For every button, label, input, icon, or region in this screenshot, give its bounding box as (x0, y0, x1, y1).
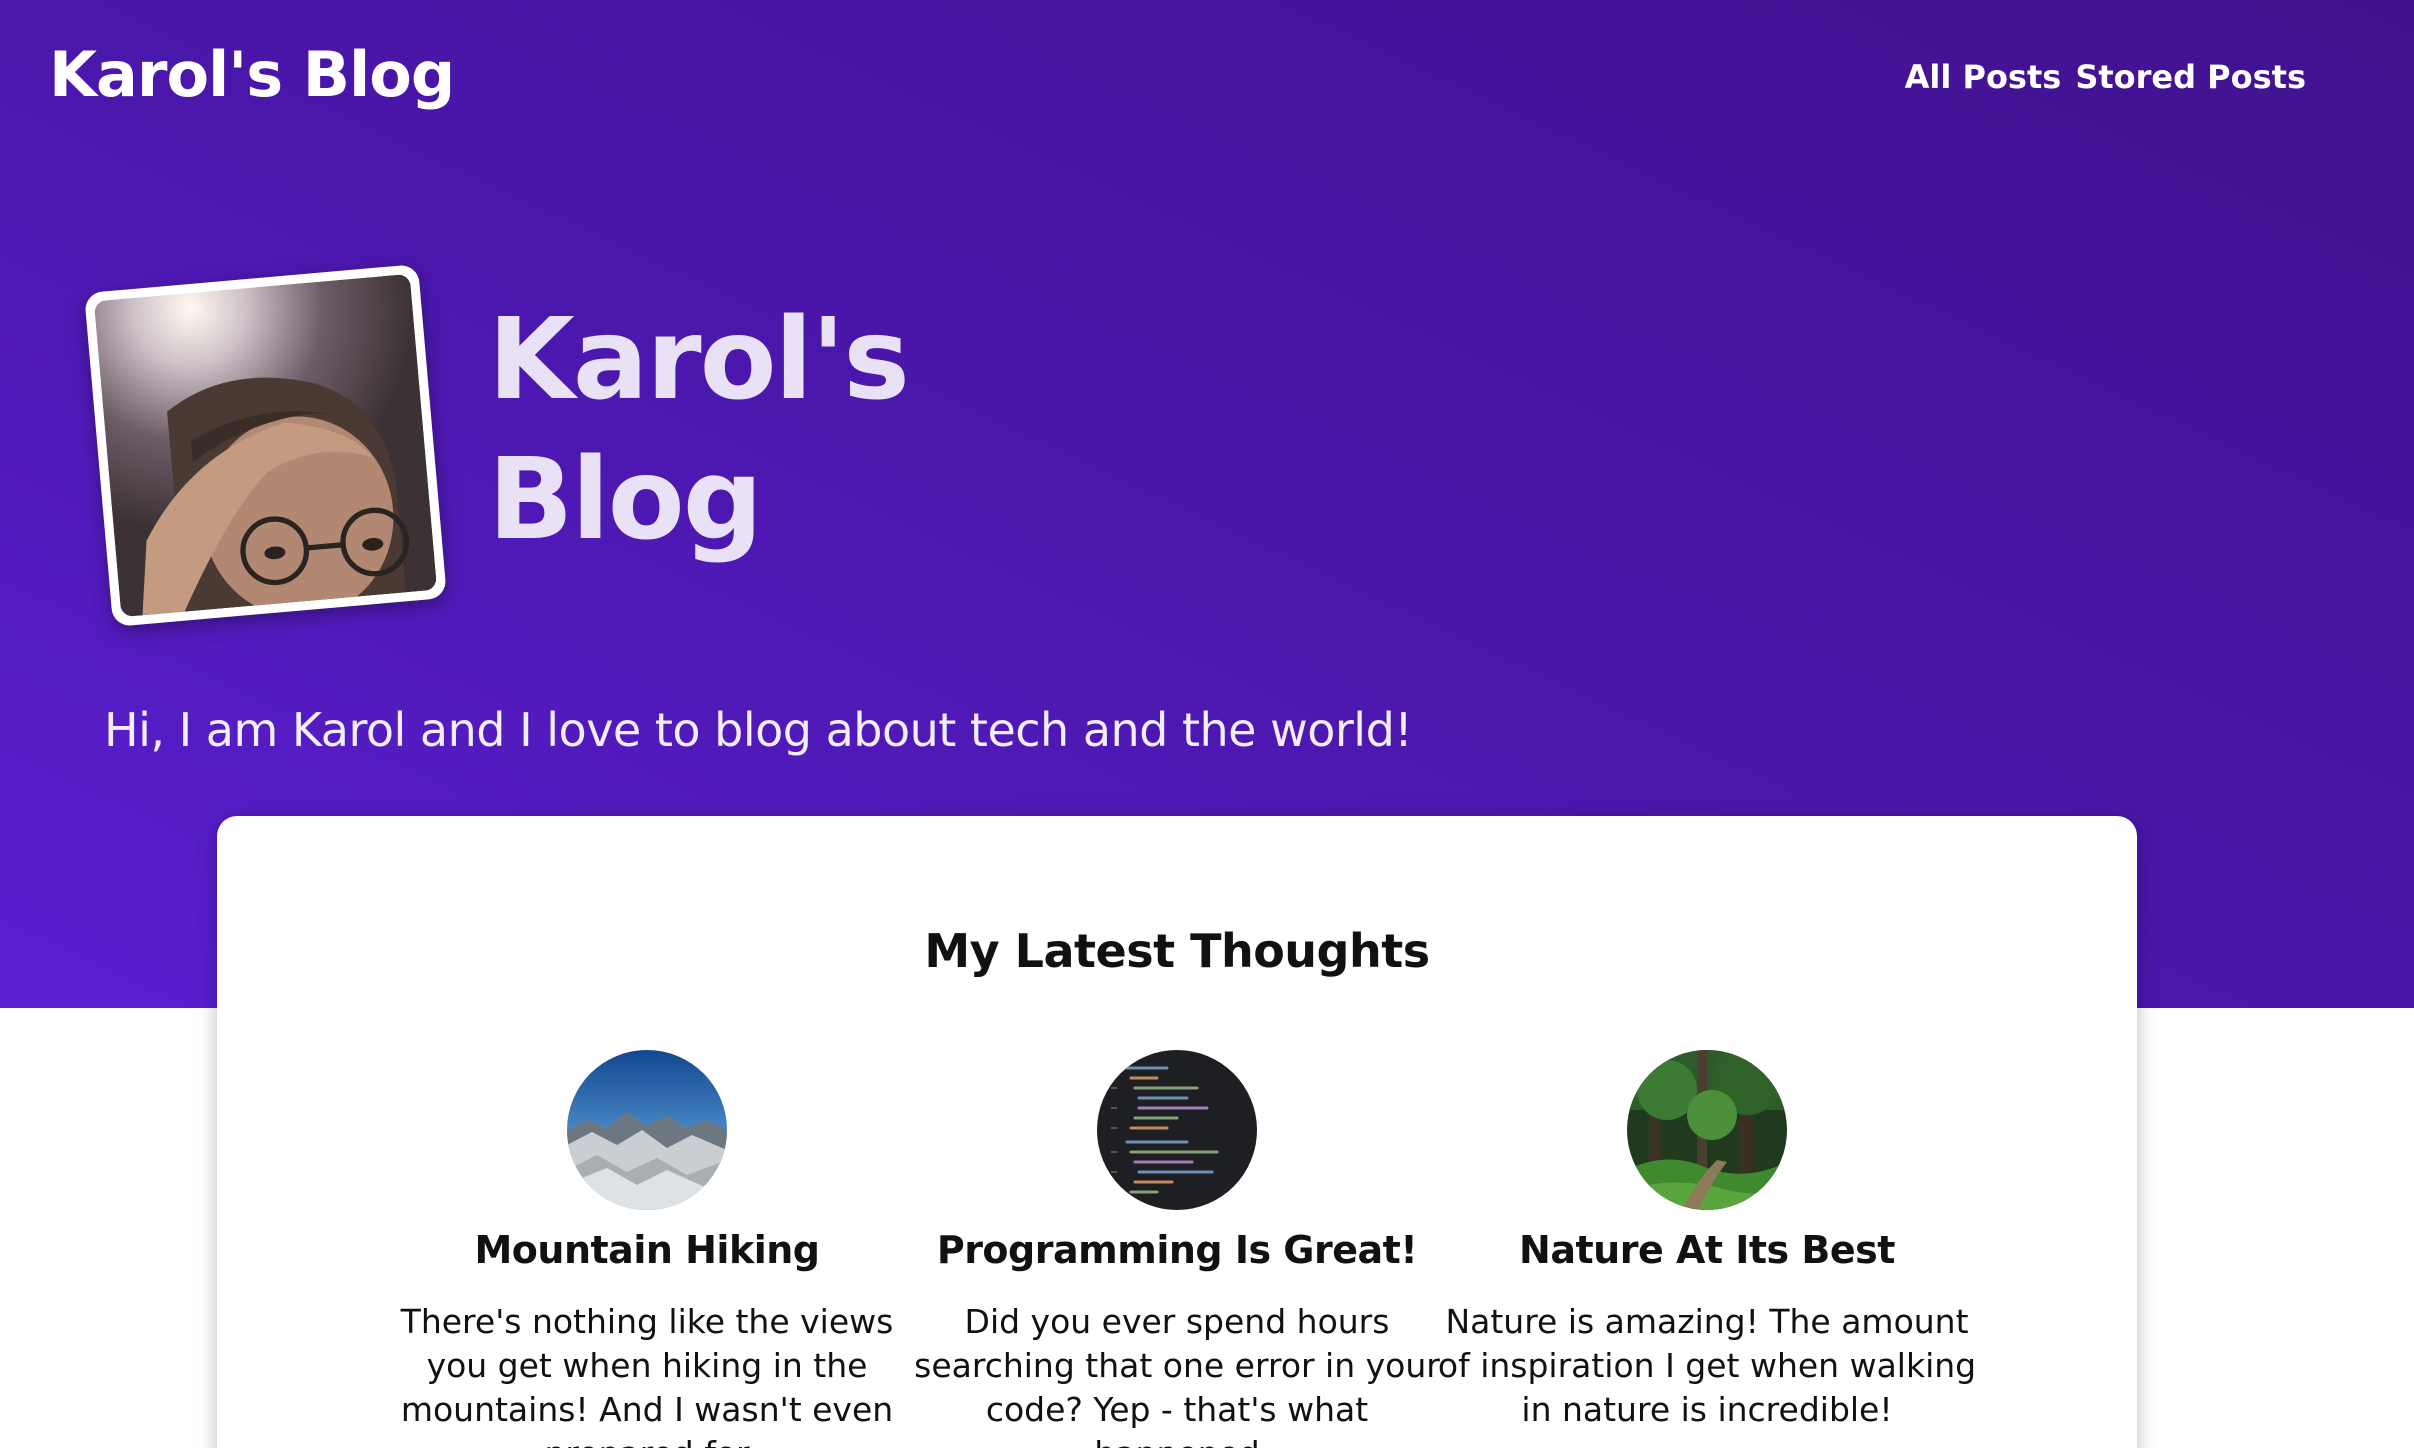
post-excerpt: There's nothing like the views you get w… (400, 1302, 894, 1448)
post-card-nature[interactable]: Nature At Its Best Nature is amazing! Th… (1427, 1050, 1987, 1432)
main-nav: All Posts Stored Posts (1905, 58, 2306, 96)
post-card-mountain-hiking[interactable]: Mountain Hiking There's nothing like the… (367, 1050, 927, 1448)
latest-posts-card: My Latest Thoughts Mountain Hiking There… (217, 816, 2137, 1448)
post-excerpt: Nature is amazing! The amount of inspira… (1437, 1302, 1977, 1429)
hero-title: Karol's Blog (488, 290, 988, 570)
post-title: Programming Is Great! (936, 1228, 1418, 1272)
post-image-forest (1627, 1050, 1787, 1210)
hero-title-line1: Karol's (488, 295, 910, 425)
page: Karol's Blog All Posts Stored Posts Karo… (0, 0, 2414, 1448)
post-card-programming[interactable]: Programming Is Great! Did you ever spend… (897, 1050, 1457, 1448)
post-excerpt: Did you ever spend hours searching that … (914, 1302, 1440, 1448)
post-image-mountains (567, 1050, 727, 1210)
post-title: Mountain Hiking (474, 1228, 820, 1272)
author-avatar-frame (84, 264, 447, 627)
author-avatar (93, 273, 438, 618)
site-logo-link[interactable]: Karol's Blog (49, 38, 455, 111)
post-image-code (1097, 1050, 1257, 1210)
nav-stored-posts[interactable]: Stored Posts (2075, 58, 2306, 96)
hero-title-line2: Blog (488, 435, 763, 565)
hero-tagline: Hi, I am Karol and I love to blog about … (104, 703, 1413, 757)
site-header: Karol's Blog All Posts Stored Posts (0, 0, 2414, 160)
latest-posts-heading: My Latest Thoughts (924, 924, 1430, 978)
post-title: Nature At Its Best (1519, 1228, 1895, 1272)
nav-all-posts[interactable]: All Posts (1905, 58, 2062, 96)
